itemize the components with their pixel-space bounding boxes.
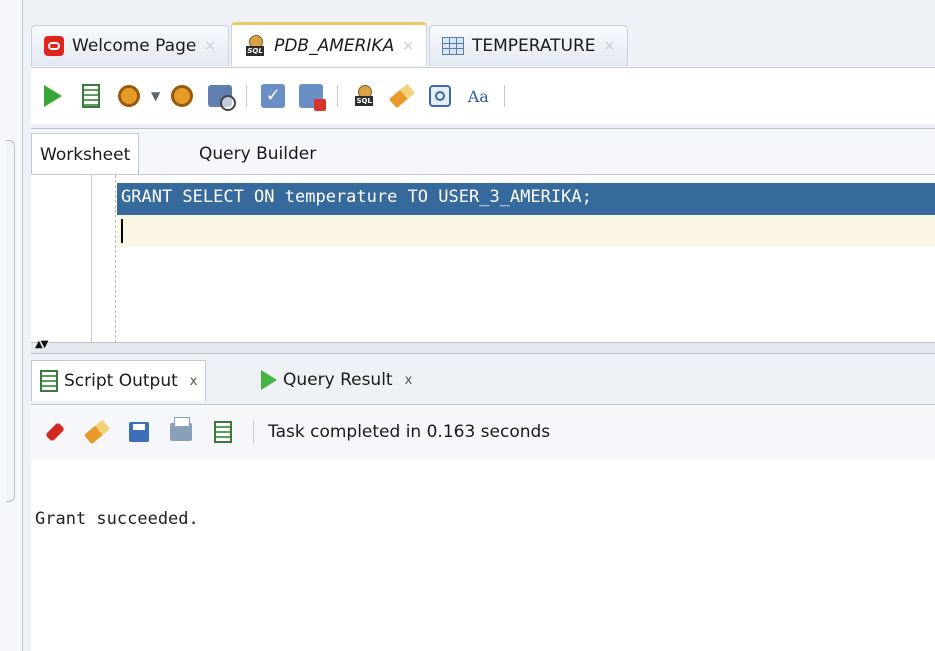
table-icon bbox=[441, 37, 464, 55]
close-icon[interactable]: x bbox=[405, 373, 413, 388]
sql-worksheet-icon: SQL bbox=[244, 34, 266, 57]
pane-splitter[interactable]: ▲▼ bbox=[31, 339, 935, 354]
tab-query-result[interactable]: Query Result x bbox=[253, 360, 420, 400]
sql-tuning-button[interactable] bbox=[204, 80, 237, 112]
run-statement-button[interactable] bbox=[37, 80, 69, 112]
oracle-icon bbox=[44, 36, 64, 56]
tab-query-builder[interactable]: Query Builder bbox=[191, 133, 324, 175]
toolbar-separator bbox=[246, 85, 248, 107]
print-icon bbox=[170, 417, 192, 441]
collapsed-panel-handle[interactable] bbox=[6, 140, 15, 502]
close-icon[interactable]: x bbox=[190, 374, 198, 389]
splitter-arrows-icon[interactable]: ▲▼ bbox=[35, 339, 48, 350]
sql-tuning-icon bbox=[208, 85, 237, 111]
tab-label: Script Output bbox=[64, 371, 178, 391]
to-upper-lower-button[interactable]: Aa bbox=[462, 80, 494, 112]
tab-script-output[interactable]: Script Output x bbox=[31, 360, 207, 401]
tab-worksheet[interactable]: Worksheet bbox=[31, 133, 140, 176]
toolbar-separator bbox=[504, 85, 506, 107]
case-icon: Aa bbox=[467, 86, 489, 106]
tab-welcome-page[interactable]: Welcome Page × bbox=[31, 25, 230, 66]
text-caret bbox=[121, 219, 123, 243]
tab-temperature[interactable]: TEMPERATURE × bbox=[428, 25, 629, 66]
save-icon bbox=[129, 422, 149, 442]
autotrace-icon bbox=[118, 85, 140, 107]
query-result-icon bbox=[261, 370, 277, 390]
script-icon bbox=[214, 421, 232, 443]
rollback-icon bbox=[299, 84, 327, 111]
document-tabs: Welcome Page × SQL PDB_AMERIKA × TEMPERA… bbox=[31, 22, 935, 66]
output-message: Grant succeeded. bbox=[35, 509, 199, 529]
tab-pdb-amerika[interactable]: SQL PDB_AMERIKA × bbox=[231, 22, 427, 66]
left-panel-edge bbox=[0, 0, 22, 651]
tab-label: PDB_AMERIKA bbox=[274, 35, 395, 56]
tab-label: TEMPERATURE bbox=[471, 36, 596, 56]
task-status: Task completed in 0.163 seconds bbox=[268, 422, 551, 442]
commit-icon: ✓ bbox=[261, 84, 286, 108]
output-script-button[interactable] bbox=[207, 416, 239, 448]
output-tabs: Script Output x Query Result x bbox=[31, 354, 935, 404]
clear-output-button[interactable] bbox=[81, 416, 113, 448]
print-output-button[interactable] bbox=[165, 416, 197, 448]
script-output-area[interactable]: Grant succeeded. bbox=[31, 459, 935, 651]
autotrace-button[interactable] bbox=[113, 80, 145, 112]
toolbar-separator bbox=[253, 421, 254, 443]
unshared-sql-button[interactable]: SQL bbox=[348, 80, 380, 112]
sql-statement[interactable]: GRANT SELECT ON temperature TO USER_3_AM… bbox=[121, 187, 592, 207]
tab-label: Query Result bbox=[283, 370, 393, 390]
tab-label: Welcome Page bbox=[72, 36, 197, 56]
script-output-icon bbox=[40, 370, 58, 392]
run-script-button[interactable] bbox=[75, 80, 107, 112]
script-icon bbox=[82, 84, 100, 108]
run-icon bbox=[44, 85, 62, 107]
eraser-icon bbox=[389, 83, 416, 109]
commit-button[interactable]: ✓ bbox=[257, 80, 289, 112]
toolbar-separator bbox=[337, 85, 339, 107]
save-output-button[interactable] bbox=[123, 416, 155, 448]
editor-gutter bbox=[91, 175, 92, 343]
current-line bbox=[117, 215, 935, 247]
sql-worksheet-icon: SQL bbox=[353, 85, 375, 107]
pin-icon bbox=[45, 422, 65, 442]
history-button[interactable] bbox=[424, 80, 456, 112]
sql-editor[interactable]: GRANT SELECT ON temperature TO USER_3_AM… bbox=[31, 174, 935, 343]
eraser-icon bbox=[83, 419, 111, 445]
pin-button[interactable] bbox=[39, 416, 71, 448]
editor-guide bbox=[115, 175, 116, 343]
worksheet-window: Welcome Page × SQL PDB_AMERIKA × TEMPERA… bbox=[22, 0, 935, 651]
close-icon[interactable]: × bbox=[604, 38, 616, 54]
explain-plan-button[interactable] bbox=[166, 80, 198, 112]
output-toolbar: Task completed in 0.163 seconds bbox=[31, 404, 935, 460]
history-icon bbox=[429, 85, 452, 107]
close-icon[interactable]: × bbox=[204, 38, 216, 54]
clear-button[interactable] bbox=[386, 80, 418, 112]
close-icon[interactable]: × bbox=[402, 38, 414, 54]
explain-plan-icon bbox=[171, 85, 194, 107]
worksheet-subtabs: Worksheet Query Builder bbox=[31, 128, 935, 176]
rollback-button[interactable] bbox=[295, 80, 327, 112]
worksheet-toolbar: ▼ ✓ SQL Aa bbox=[31, 67, 935, 124]
chevron-down-icon[interactable]: ▼ bbox=[151, 89, 160, 103]
